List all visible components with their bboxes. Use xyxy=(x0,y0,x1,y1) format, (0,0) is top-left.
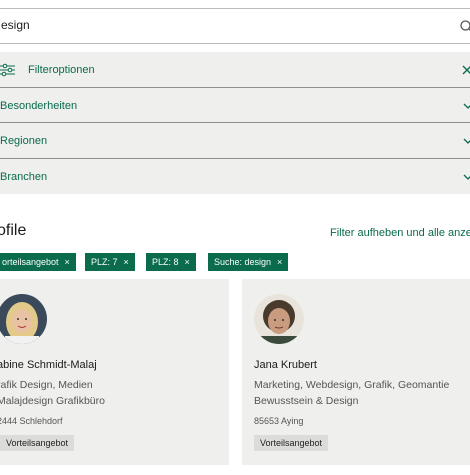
chip-label: Suche: design xyxy=(214,257,272,267)
avatar xyxy=(0,294,47,344)
filter-panel: Filteroptionen Besonderheiten Regionen B… xyxy=(0,52,470,194)
filter-row-label: Regionen xyxy=(0,135,48,147)
search-value: esign xyxy=(1,18,30,32)
filter-chip[interactable]: PLZ: 8 × xyxy=(146,253,196,271)
chevron-down-icon xyxy=(463,103,470,109)
profile-name[interactable]: Jana Krubert xyxy=(254,359,317,371)
profile-name[interactable]: abine Schmidt-Malaj xyxy=(0,359,97,371)
chip-label: orteilsangebot xyxy=(2,257,59,267)
avatar xyxy=(254,294,304,344)
chevron-down-icon xyxy=(463,138,470,144)
clear-filters-link[interactable]: Filter aufheben und alle anzeig xyxy=(330,227,470,239)
status-badge: Vorteilsangebot xyxy=(0,435,75,451)
filter-options-label: Filteroptionen xyxy=(28,64,95,76)
profile-company: Malajdesign Grafikbüro xyxy=(0,395,105,407)
filter-chip[interactable]: PLZ: 7 × xyxy=(85,253,135,271)
filter-row-branchen[interactable]: Branchen xyxy=(0,159,470,195)
chip-remove-icon[interactable]: × xyxy=(65,257,70,267)
profile-tags: rafik Design, Medien Malajdesign Grafikb… xyxy=(0,377,105,409)
chevron-down-icon xyxy=(463,174,470,180)
chip-label: PLZ: 7 xyxy=(91,257,118,267)
filter-chip[interactable]: orteilsangebot × xyxy=(0,253,76,271)
filter-row-besonderheiten[interactable]: Besonderheiten xyxy=(0,88,470,123)
search-input[interactable]: esign xyxy=(0,8,470,44)
profile-tags-line: Marketing, Webdesign, Grafik, Geomantie xyxy=(254,379,450,391)
filter-chip[interactable]: Suche: design × xyxy=(208,253,289,271)
profile-location: 85653 Aying xyxy=(254,416,304,426)
search-icon[interactable] xyxy=(459,19,470,35)
profile-tags: Marketing, Webdesign, Grafik, Geomantie … xyxy=(254,377,449,409)
profile-card[interactable]: Jana Krubert Marketing, Webdesign, Grafi… xyxy=(242,279,470,465)
profiles-heading: ofile xyxy=(0,222,27,239)
profile-tags-line: rafik Design, Medien xyxy=(0,379,93,391)
filter-options-row[interactable]: Filteroptionen xyxy=(0,52,470,88)
chip-remove-icon[interactable]: × xyxy=(185,257,190,267)
chip-remove-icon[interactable]: × xyxy=(277,257,282,267)
profile-card[interactable]: abine Schmidt-Malaj rafik Design, Medien… xyxy=(0,279,229,465)
filter-row-label: Branchen xyxy=(0,170,48,183)
status-badge: Vorteilsangebot xyxy=(254,435,329,451)
close-icon[interactable] xyxy=(462,65,470,75)
chip-remove-icon[interactable]: × xyxy=(124,257,129,267)
sliders-icon xyxy=(0,63,15,77)
filter-row-regionen[interactable]: Regionen xyxy=(0,123,470,159)
profile-location: 2444 Schlehdorf xyxy=(0,416,63,426)
filter-row-label: Besonderheiten xyxy=(0,99,78,112)
chip-label: PLZ: 8 xyxy=(152,257,179,267)
profile-company: Bewusstsein & Design xyxy=(254,395,359,407)
